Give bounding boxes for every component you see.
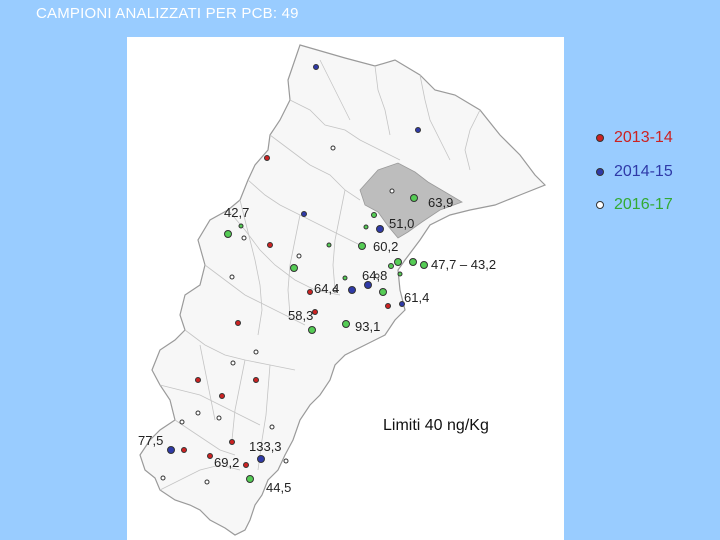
sample-point-2016-17 [160, 475, 166, 481]
value-label: 51,0 [389, 216, 414, 231]
value-label: 64,4 [314, 281, 339, 296]
value-label: 64,8 [362, 268, 387, 283]
sample-point-2016-17 [204, 479, 210, 485]
sample-point-2014-15 [348, 286, 356, 294]
sample-point-2013-14 [267, 242, 273, 248]
legend-label: 2014-15 [614, 163, 673, 180]
sample-point-2016-17 [389, 188, 395, 194]
sample-point-2013-14 [235, 320, 241, 326]
sample-point-2016-17 [224, 230, 232, 238]
value-label: 58,3 [288, 308, 313, 323]
value-label: 63,9 [428, 195, 453, 210]
sample-point-2014-15 [167, 446, 175, 454]
sample-point-2016-17 [420, 261, 428, 269]
sample-point-2016-17 [342, 320, 350, 328]
sample-point-2016-17 [308, 326, 316, 334]
sample-point-2013-14 [385, 303, 391, 309]
sample-point-2014-15 [257, 455, 265, 463]
value-label: 44,5 [266, 480, 291, 495]
sample-point-2016-17 [241, 235, 247, 241]
value-label: 77,5 [138, 433, 163, 448]
sample-point-2016-17 [379, 288, 387, 296]
sample-point-2016-17 [330, 145, 336, 151]
legend-item-2014-15: 2014-15 [596, 163, 673, 181]
value-label: 93,1 [355, 319, 380, 334]
sample-point-2016-17 [409, 258, 417, 266]
legend-item-2013-14: 2013-14 [596, 129, 673, 147]
legend-label: 2016-17 [614, 196, 673, 213]
sample-point-2016-17 [229, 274, 235, 280]
sample-point-2013-14 [181, 447, 187, 453]
sample-point-2016-17 [397, 271, 403, 277]
legend-item-2016-17: 2016-17 [596, 196, 673, 214]
legend-dot [596, 168, 604, 176]
value-label: 47,7 – 43,2 [431, 257, 496, 272]
sample-point-2016-17 [216, 415, 222, 421]
sample-point-2013-14 [264, 155, 270, 161]
sample-point-2013-14 [207, 453, 213, 459]
sample-point-2014-15 [313, 64, 319, 70]
sample-point-2016-17 [342, 275, 348, 281]
sample-point-2016-17 [410, 194, 418, 202]
region-map: 42,7 63,9 51,0 60,2 47,7 – 43,2 64,4 64,… [138, 44, 547, 536]
sample-point-2016-17 [358, 242, 366, 250]
sample-point-2016-17 [363, 224, 369, 230]
sample-point-2014-15 [376, 225, 384, 233]
sample-point-2016-17 [283, 458, 289, 464]
value-label: 60,2 [373, 239, 398, 254]
sample-point-2013-14 [219, 393, 225, 399]
region-shape [139, 44, 547, 536]
value-label: 61,4 [404, 290, 429, 305]
sample-point-2013-14 [307, 289, 313, 295]
sample-point-2014-15 [301, 211, 307, 217]
sample-point-2016-17 [246, 475, 254, 483]
value-label: 69,2 [214, 455, 239, 470]
sample-point-2016-17 [195, 410, 201, 416]
sample-point-2013-14 [195, 377, 201, 383]
sample-point-2016-17 [371, 212, 377, 218]
sample-point-2016-17 [230, 360, 236, 366]
value-label: 42,7 [224, 205, 249, 220]
sample-point-2016-17 [296, 253, 302, 259]
sample-point-2016-17 [238, 223, 244, 229]
legend-dot [596, 134, 604, 142]
value-label: 133,3 [249, 439, 282, 454]
sample-point-2016-17 [253, 349, 259, 355]
limit-note: Limiti 40 ng/Kg [383, 417, 489, 434]
sample-point-2016-17 [290, 264, 298, 272]
sample-point-2016-17 [326, 242, 332, 248]
sample-point-2013-14 [253, 377, 259, 383]
sample-point-2016-17 [269, 424, 275, 430]
sample-point-2013-14 [243, 462, 249, 468]
sample-point-2014-15 [415, 127, 421, 133]
sample-point-2016-17 [394, 258, 402, 266]
legend-dot [596, 201, 604, 209]
sample-point-2016-17 [388, 263, 394, 269]
legend-label: 2013-14 [614, 129, 673, 146]
sample-point-2016-17 [179, 419, 185, 425]
sample-point-2013-14 [229, 439, 235, 445]
